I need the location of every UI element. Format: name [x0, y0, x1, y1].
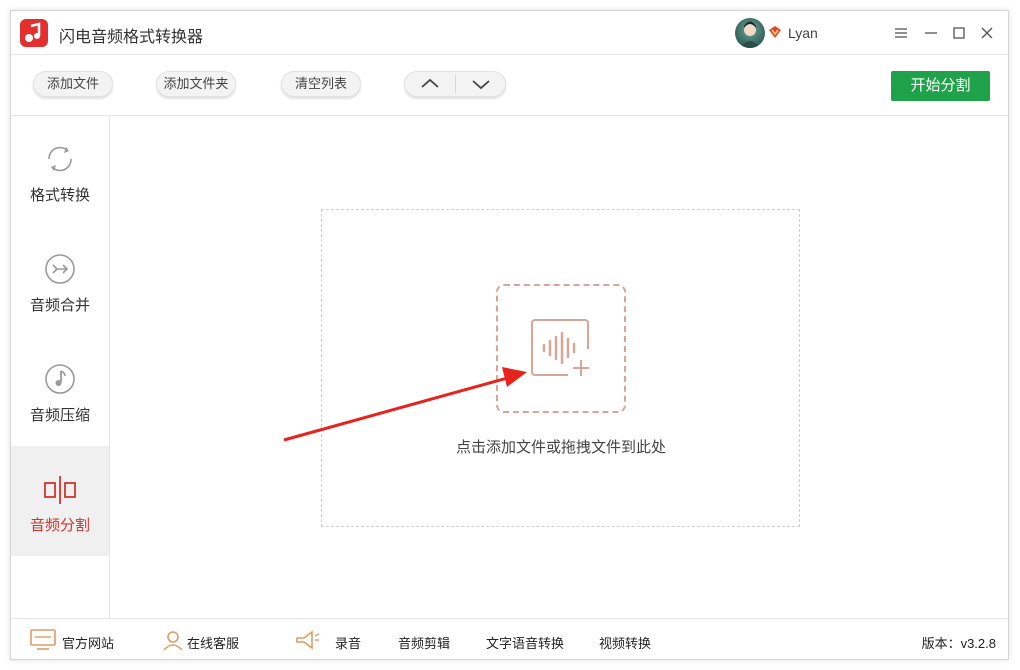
- official-website-link[interactable]: 官方网站: [62, 633, 114, 652]
- megaphone-icon: [296, 630, 320, 650]
- monitor-icon: [30, 629, 56, 650]
- footer: 官方网站 在线客服 录音 音频剪辑 文字语音转换 视频转换 版本：v3.2.8: [11, 618, 1008, 660]
- video-convert-link[interactable]: 视频转换: [599, 633, 651, 652]
- pointer-arrow-icon: [283, 367, 527, 442]
- online-support-link[interactable]: 在线客服: [187, 633, 239, 652]
- audio-edit-link[interactable]: 音频剪辑: [398, 633, 450, 652]
- text-to-speech-link[interactable]: 文字语音转换: [486, 633, 564, 652]
- version-label: 版本：v3.2.8: [921, 636, 996, 651]
- support-person-icon: [163, 631, 183, 651]
- record-link[interactable]: 录音: [335, 633, 361, 652]
- app-window: 闪电音频格式转换器 Lyan 添加文件 添加文件夹 清空列表 开始分割 格式转换…: [10, 10, 1009, 660]
